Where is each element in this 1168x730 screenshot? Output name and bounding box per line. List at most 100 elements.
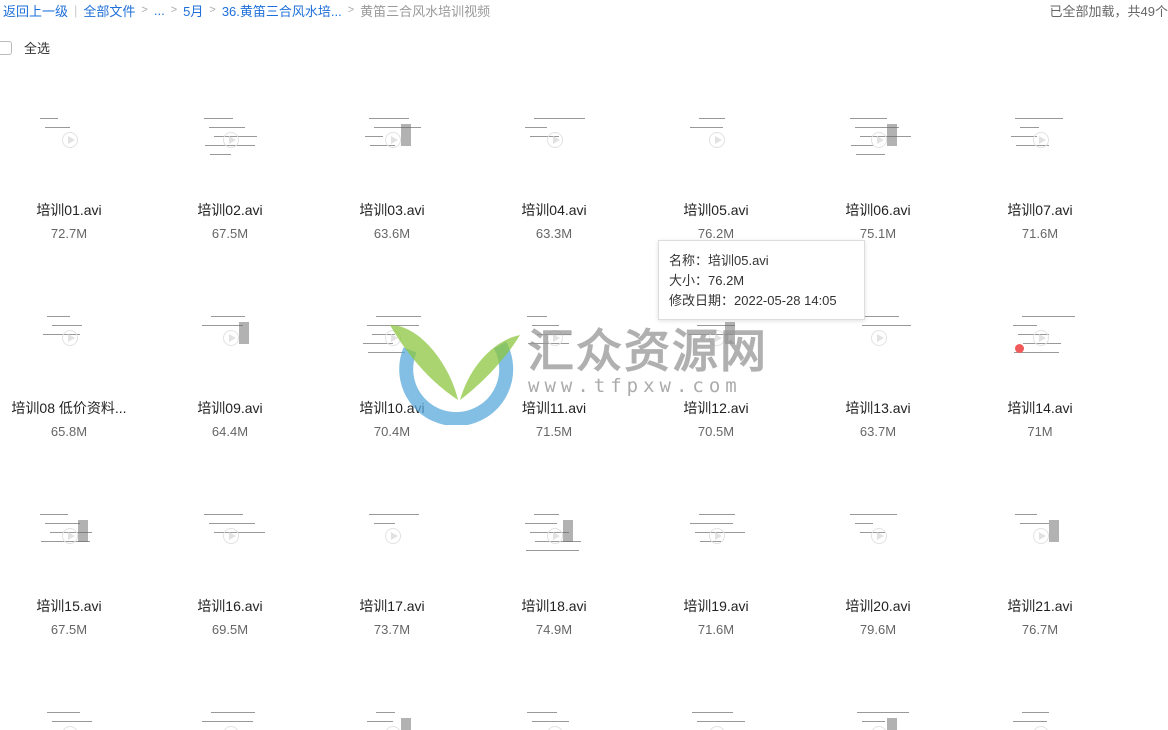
file-size: 75.1M [859,226,897,241]
video-thumbnail[interactable] [34,308,104,368]
video-thumbnail[interactable] [843,506,913,566]
play-icon [871,132,887,148]
file-size: 71.6M [1021,226,1059,241]
video-thumbnail[interactable] [1005,308,1075,368]
video-thumbnail[interactable] [357,308,427,368]
video-thumbnail[interactable] [681,506,751,566]
video-thumbnail[interactable] [843,110,913,170]
file-size: 72.7M [50,226,88,241]
file-item[interactable]: 培训01.avi 72.7M [0,110,150,241]
play-icon [709,330,725,346]
file-item[interactable]: 培训16.avi 69.5M [149,506,311,637]
file-item[interactable] [959,704,1121,730]
play-icon [223,330,239,346]
select-all[interactable]: 全选 [0,38,50,57]
breadcrumb-may[interactable]: 5月 [183,1,203,20]
file-item[interactable]: 培训13.avi 63.7M [797,308,959,439]
file-item[interactable]: 培训09.avi 64.4M [149,308,311,439]
red-dot-icon [1015,344,1024,353]
video-thumbnail[interactable] [34,110,104,170]
play-icon [385,528,401,544]
file-item[interactable]: 培训05.avi 76.2M [635,110,797,241]
video-thumbnail[interactable] [357,110,427,170]
play-icon [547,132,563,148]
file-item[interactable] [473,704,635,730]
file-item[interactable]: 培训10.avi 70.4M [311,308,473,439]
video-thumbnail[interactable] [1005,110,1075,170]
file-name: 培训19.avi [683,598,749,614]
tooltip-size: 大小：76.2M [669,273,745,288]
tooltip-name: 名称：培训05.avi [669,253,769,268]
file-item[interactable]: 培训12.avi 70.5M [635,308,797,439]
video-thumbnail[interactable] [357,506,427,566]
file-name: 培训10.avi [359,400,425,416]
file-item[interactable]: 培训06.avi 75.1M [797,110,959,241]
file-item[interactable]: 培训08 低价资料... 65.8M [0,308,150,439]
play-icon [547,528,563,544]
file-item[interactable]: 培训11.avi 71.5M [473,308,635,439]
video-thumbnail[interactable] [843,704,913,730]
file-item[interactable]: 培训18.avi 74.9M [473,506,635,637]
video-thumbnail[interactable] [1005,506,1075,566]
chevron-right-icon: > [141,4,148,16]
file-item[interactable] [797,704,959,730]
breadcrumb-all-files[interactable]: 全部文件 [83,1,135,20]
breadcrumb-folder[interactable]: 36.黄笛三合风水培... [222,1,342,20]
video-thumbnail[interactable] [34,704,104,730]
file-item[interactable]: 培训20.avi 79.6M [797,506,959,637]
play-icon [709,726,725,730]
file-size: 65.8M [50,424,88,439]
file-size: 63.3M [535,226,573,241]
video-thumbnail[interactable] [681,704,751,730]
video-thumbnail[interactable] [195,704,265,730]
file-name: 培训20.avi [845,598,911,614]
file-name: 培训16.avi [197,598,263,614]
file-item[interactable] [635,704,797,730]
video-thumbnail[interactable] [195,506,265,566]
file-item[interactable]: 培训04.avi 63.3M [473,110,635,241]
file-item[interactable] [0,704,150,730]
file-size: 67.5M [211,226,249,241]
video-thumbnail[interactable] [1005,704,1075,730]
file-size: 63.6M [373,226,411,241]
file-item[interactable] [311,704,473,730]
play-icon [1033,726,1049,730]
file-item[interactable]: 培训19.avi 71.6M [635,506,797,637]
file-item[interactable]: 培训07.avi 71.6M [959,110,1121,241]
file-name: 培训15.avi [36,598,102,614]
video-thumbnail[interactable] [34,506,104,566]
video-thumbnail[interactable] [195,110,265,170]
play-icon [223,726,239,730]
chevron-right-icon: > [347,4,355,16]
file-size: 76.2M [697,226,735,241]
select-all-checkbox[interactable] [0,40,12,55]
file-name: 培训07.avi [1007,202,1073,218]
play-icon [1033,528,1049,544]
file-item[interactable]: 培训14.avi 71M [959,308,1121,439]
video-thumbnail[interactable] [519,110,589,170]
file-item[interactable]: 培训02.avi 67.5M [149,110,311,241]
file-name: 培训09.avi [197,400,263,416]
file-name: 培训03.avi [359,202,425,218]
file-item[interactable]: 培训21.avi 76.7M [959,506,1121,637]
file-item[interactable] [149,704,311,730]
file-name: 培训13.avi [845,400,911,416]
video-thumbnail[interactable] [195,308,265,368]
file-size: 71M [1027,424,1053,439]
video-thumbnail[interactable] [519,704,589,730]
breadcrumb-ellipsis[interactable]: ... [154,3,165,18]
video-thumbnail[interactable] [519,506,589,566]
video-thumbnail[interactable] [681,110,751,170]
file-size: 73.7M [373,622,411,637]
video-thumbnail[interactable] [519,308,589,368]
play-icon [62,528,78,544]
chevron-right-icon: > [209,4,216,16]
file-item[interactable]: 培训17.avi 73.7M [311,506,473,637]
file-item[interactable]: 培训03.avi 63.6M [311,110,473,241]
file-item[interactable]: 培训15.avi 67.5M [0,506,150,637]
file-tooltip: 名称：培训05.avi 大小：76.2M 修改日期：2022-05-28 14:… [658,240,865,320]
play-icon [1033,330,1049,346]
file-name: 培训14.avi [1007,400,1073,416]
video-thumbnail[interactable] [357,704,427,730]
back-link[interactable]: 返回上一级 [3,1,68,20]
